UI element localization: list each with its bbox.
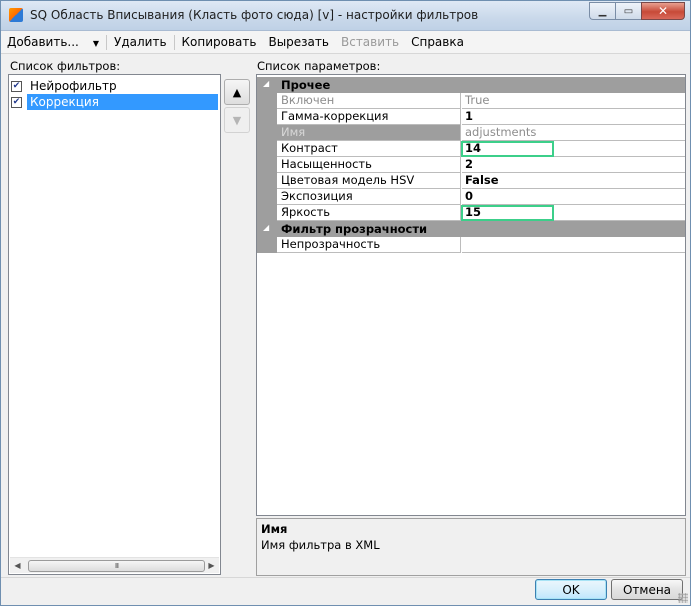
row-gutter (257, 125, 277, 141)
add-label: Добавить... (7, 35, 79, 49)
prop-name: Яркость (277, 205, 461, 221)
row-gutter (257, 141, 277, 157)
filter-item-correction[interactable]: ✔ Коррекция (11, 94, 218, 110)
row-gutter (257, 93, 277, 109)
footer-divider (1, 577, 690, 578)
prop-value[interactable]: 2 (462, 157, 685, 173)
move-up-button[interactable]: ▲ (224, 79, 250, 105)
minimize-icon: ▁ (598, 5, 607, 17)
prop-name: Непрозрачность (277, 237, 461, 253)
toolbar: Добавить... ▼ Удалить Копировать Вырезать… (1, 31, 690, 54)
prop-exposure[interactable]: Экспозиция 0 (257, 189, 685, 205)
category-label: Фильтр прозрачности (281, 222, 428, 236)
prop-value[interactable]: adjustments (462, 125, 685, 141)
arrow-down-icon: ▼ (232, 113, 242, 127)
prop-name: Цветовая модель HSV (277, 173, 461, 189)
property-grid[interactable]: ◢ Прочее Включен True Гамма-коррекция 1 … (256, 74, 686, 516)
prop-name: Гамма-коррекция (277, 109, 461, 125)
grip-icon: III (114, 562, 119, 570)
move-down-button[interactable]: ▼ (224, 107, 250, 133)
scroll-left-icon[interactable]: ◀ (10, 558, 25, 573)
prop-value[interactable]: 0 (462, 189, 685, 205)
highlight-box (461, 141, 554, 157)
prop-name-field[interactable]: Имя adjustments (257, 125, 685, 141)
prop-name: Контраст (277, 141, 461, 157)
prop-brightness[interactable]: Яркость 15 (257, 205, 685, 221)
maximize-icon: ▭ (623, 5, 634, 17)
prop-name: Насыщенность (277, 157, 461, 173)
filter-list[interactable]: ✔ Нейрофильтр ✔ Коррекция ◀ III ▶ (8, 74, 221, 575)
prop-value[interactable]: True (462, 93, 685, 109)
collapse-icon[interactable]: ◢ (263, 79, 269, 88)
add-button[interactable]: Добавить... ▼ (1, 35, 105, 49)
paste-button[interactable]: Вставить (335, 35, 405, 49)
prop-value[interactable]: 1 (462, 109, 685, 125)
description-text: Имя фильтра в XML (261, 538, 380, 552)
prop-enabled[interactable]: Включен True (257, 93, 685, 109)
prop-name: Имя (277, 125, 461, 141)
toolbar-separator (106, 34, 108, 50)
description-title: Имя (261, 522, 288, 536)
caption-buttons: ▁ ▭ ✕ (589, 2, 685, 20)
prop-name: Экспозиция (277, 189, 461, 205)
prop-gamma[interactable]: Гамма-коррекция 1 (257, 109, 685, 125)
prop-saturation[interactable]: Насыщенность 2 (257, 157, 685, 173)
row-gutter (257, 237, 277, 253)
resize-grip-icon[interactable] (678, 593, 688, 603)
filter-item-label: Нейрофильтр (30, 79, 117, 93)
highlight-box (461, 205, 554, 221)
copy-button[interactable]: Копировать (176, 35, 263, 49)
ok-button[interactable]: OK (535, 579, 607, 600)
prop-hsv-model[interactable]: Цветовая модель HSV False (257, 173, 685, 189)
maximize-button[interactable]: ▭ (615, 2, 641, 20)
description-panel: Имя Имя фильтра в XML (256, 518, 686, 576)
cancel-button[interactable]: Отмена (611, 579, 683, 600)
filter-checkbox[interactable]: ✔ (11, 96, 22, 108)
row-gutter (257, 173, 277, 189)
category-other[interactable]: ◢ Прочее (257, 77, 685, 93)
scroll-right-icon[interactable]: ▶ (204, 558, 219, 573)
row-gutter (257, 109, 277, 125)
title-bar[interactable]: SQ Область Вписывания (Класть фото сюда)… (1, 1, 690, 31)
filter-checkbox[interactable]: ✔ (11, 80, 22, 92)
filter-settings-window: SQ Область Вписывания (Класть фото сюда)… (0, 0, 691, 606)
row-gutter (257, 157, 277, 173)
close-icon: ✕ (657, 4, 669, 18)
delete-button[interactable]: Удалить (108, 35, 173, 49)
cut-button[interactable]: Вырезать (262, 35, 335, 49)
prop-contrast[interactable]: Контраст 14 (257, 141, 685, 157)
filter-item-neurofilter[interactable]: ✔ Нейрофильтр (11, 78, 120, 94)
filter-list-label: Список фильтров: (10, 59, 121, 73)
app-icon (9, 8, 23, 22)
prop-value[interactable]: False (462, 173, 685, 189)
close-button[interactable]: ✕ (641, 2, 685, 20)
prop-opacity[interactable]: Непрозрачность (257, 237, 685, 253)
category-label: Прочее (281, 78, 331, 92)
toolbar-separator (173, 34, 175, 50)
horizontal-scrollbar[interactable]: ◀ III ▶ (10, 557, 219, 573)
scroll-thumb[interactable]: III (28, 560, 205, 572)
dropdown-arrow-icon: ▼ (92, 39, 100, 48)
arrow-up-icon: ▲ (232, 85, 242, 99)
window-title: SQ Область Вписывания (Класть фото сюда)… (30, 8, 479, 22)
minimize-button[interactable]: ▁ (589, 2, 615, 20)
collapse-icon[interactable]: ◢ (263, 223, 269, 232)
row-gutter (257, 205, 277, 221)
filter-item-label: Коррекция (27, 94, 218, 110)
category-transparency[interactable]: ◢ Фильтр прозрачности (257, 221, 685, 237)
params-list-label: Список параметров: (257, 59, 381, 73)
prop-name: Включен (277, 93, 461, 109)
row-gutter (257, 189, 277, 205)
help-button[interactable]: Справка (405, 35, 470, 49)
prop-value[interactable] (462, 237, 685, 253)
